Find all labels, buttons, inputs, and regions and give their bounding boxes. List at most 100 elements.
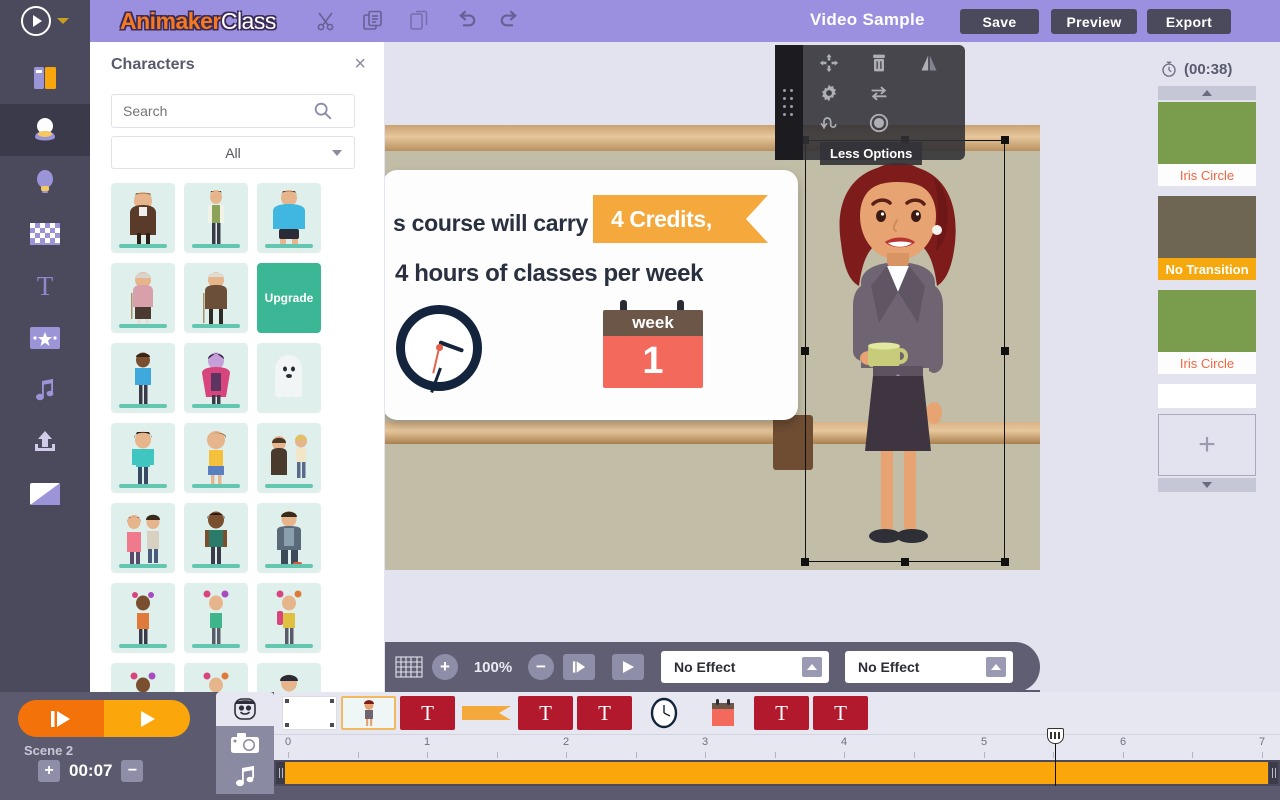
character-track-icon[interactable] bbox=[216, 692, 274, 726]
sidebar-item-background[interactable] bbox=[0, 208, 90, 260]
selected-character-object[interactable] bbox=[801, 136, 1009, 566]
character-thumbnail[interactable] bbox=[257, 343, 321, 413]
scenes-scroll-down[interactable] bbox=[1158, 478, 1256, 492]
move-icon[interactable] bbox=[810, 48, 848, 78]
music-track-icon[interactable] bbox=[216, 760, 274, 794]
calendar-graphic[interactable]: week 1 bbox=[603, 300, 703, 388]
sidebar-item-color[interactable] bbox=[0, 468, 90, 520]
sidebar-item-text[interactable]: T bbox=[0, 260, 90, 312]
sidebar-item-library[interactable] bbox=[0, 52, 90, 104]
character-thumbnail[interactable] bbox=[257, 503, 321, 573]
play-icon[interactable] bbox=[612, 654, 644, 680]
board-line-1[interactable]: s course will carry bbox=[393, 210, 588, 237]
effect-out-select[interactable]: No Effect bbox=[845, 651, 1013, 683]
category-filter-select[interactable]: All bbox=[111, 136, 355, 169]
video-title[interactable]: Video Sample bbox=[810, 10, 925, 30]
close-icon[interactable]: × bbox=[354, 54, 366, 74]
settings-icon[interactable] bbox=[810, 78, 848, 108]
resize-handle-sw[interactable] bbox=[801, 558, 809, 566]
clip-handle-right[interactable] bbox=[1269, 762, 1278, 784]
chevron-down-icon[interactable] bbox=[332, 149, 342, 156]
copy-icon[interactable] bbox=[350, 0, 396, 42]
character-thumbnail[interactable] bbox=[257, 183, 321, 253]
resize-handle-ne[interactable] bbox=[1001, 136, 1009, 144]
whiteboard[interactable]: s course will carry 4 Credits, 4 hours o… bbox=[385, 170, 798, 420]
scene-thumbnail[interactable] bbox=[1158, 102, 1256, 164]
toolbar-drag-handle[interactable] bbox=[775, 45, 803, 160]
character-thumbnail[interactable] bbox=[111, 183, 175, 253]
layer-text[interactable]: T bbox=[754, 696, 809, 730]
preview-button[interactable]: Preview bbox=[1051, 9, 1137, 34]
scene-thumbnail[interactable] bbox=[1158, 290, 1256, 352]
sidebar-item-properties[interactable] bbox=[0, 156, 90, 208]
scene-card-selected[interactable]: 2 No Transition bbox=[1158, 196, 1256, 280]
sidebar-item-characters[interactable] bbox=[0, 104, 90, 156]
add-scene-button[interactable]: + bbox=[1158, 414, 1256, 476]
board-line-2[interactable]: 4 hours of classes per week bbox=[395, 260, 703, 288]
character-thumbnail[interactable] bbox=[111, 423, 175, 493]
playhead[interactable] bbox=[1047, 728, 1064, 786]
character-thumbnail[interactable] bbox=[184, 343, 248, 413]
loop-icon[interactable] bbox=[810, 108, 848, 138]
effect-in-select[interactable]: No Effect bbox=[661, 651, 829, 683]
timeline-clip-track[interactable] bbox=[274, 760, 1280, 786]
app-menu[interactable] bbox=[0, 0, 90, 42]
clip-handle-left[interactable] bbox=[276, 762, 285, 784]
scene-thumbnail[interactable]: 2 bbox=[1158, 196, 1256, 258]
paste-icon[interactable] bbox=[396, 0, 442, 42]
play-to-icon[interactable] bbox=[18, 700, 104, 737]
zoom-out-button[interactable]: − bbox=[528, 654, 554, 680]
resize-handle-se[interactable] bbox=[1001, 558, 1009, 566]
export-button[interactable]: Export bbox=[1147, 9, 1231, 34]
upgrade-tile[interactable]: Upgrade bbox=[257, 263, 321, 333]
timeline-clip[interactable] bbox=[282, 762, 1268, 784]
flip-icon[interactable] bbox=[910, 48, 948, 78]
chevron-up-icon[interactable] bbox=[802, 657, 822, 677]
scene-card[interactable]: Iris Circle bbox=[1158, 102, 1256, 186]
scene-transition-label[interactable]: No Transition bbox=[1158, 258, 1256, 280]
play-icon[interactable] bbox=[104, 700, 190, 737]
layer-text[interactable]: T bbox=[813, 696, 868, 730]
decrease-duration-button[interactable]: − bbox=[121, 760, 144, 782]
layer-calendar[interactable] bbox=[695, 696, 750, 730]
sidebar-item-music[interactable] bbox=[0, 364, 90, 416]
search-icon[interactable] bbox=[312, 100, 334, 122]
credits-ribbon[interactable]: 4 Credits, bbox=[593, 195, 768, 243]
character-thumbnail[interactable] bbox=[184, 583, 248, 653]
resize-handle-e[interactable] bbox=[1001, 347, 1009, 355]
swap-icon[interactable] bbox=[860, 78, 898, 108]
character-thumbnail[interactable] bbox=[111, 263, 175, 333]
play-icon[interactable] bbox=[21, 6, 51, 36]
search-box[interactable] bbox=[111, 94, 355, 128]
character-thumbnail[interactable] bbox=[184, 503, 248, 573]
increase-duration-button[interactable]: + bbox=[38, 760, 60, 782]
character-thumbnail[interactable] bbox=[184, 263, 248, 333]
layer-text[interactable]: T bbox=[400, 696, 455, 730]
save-button[interactable]: Save bbox=[960, 9, 1039, 34]
layer-character[interactable] bbox=[341, 696, 396, 730]
timeline-ruler[interactable]: 0 1 2 3 4 5 6 7 bbox=[274, 734, 1280, 760]
layer-background[interactable] bbox=[282, 696, 337, 730]
step-forward-icon[interactable] bbox=[563, 654, 595, 680]
sidebar-item-effects[interactable] bbox=[0, 312, 90, 364]
zoom-in-button[interactable]: + bbox=[432, 654, 458, 680]
redo-icon[interactable] bbox=[488, 0, 534, 42]
layer-text[interactable]: T bbox=[577, 696, 632, 730]
character-thumbnail[interactable] bbox=[184, 183, 248, 253]
record-icon[interactable] bbox=[860, 108, 898, 138]
scene-transition-label[interactable]: Iris Circle bbox=[1158, 352, 1256, 374]
character-thumbnail[interactable] bbox=[257, 423, 321, 493]
undo-icon[interactable] bbox=[442, 0, 488, 42]
character-thumbnail[interactable] bbox=[111, 503, 175, 573]
scene-transition-label[interactable]: Iris Circle bbox=[1158, 164, 1256, 186]
scenes-scroll-up[interactable] bbox=[1158, 86, 1256, 100]
layer-clock[interactable] bbox=[636, 696, 691, 730]
search-input[interactable] bbox=[112, 103, 312, 119]
character-thumbnail[interactable] bbox=[111, 583, 175, 653]
character-thumbnail[interactable] bbox=[111, 343, 175, 413]
chevron-down-icon[interactable] bbox=[57, 18, 69, 24]
scene-card[interactable]: Iris Circle bbox=[1158, 290, 1256, 374]
character-thumbnail[interactable] bbox=[184, 423, 248, 493]
sidebar-item-upload[interactable] bbox=[0, 416, 90, 468]
grid-icon[interactable] bbox=[395, 656, 423, 678]
